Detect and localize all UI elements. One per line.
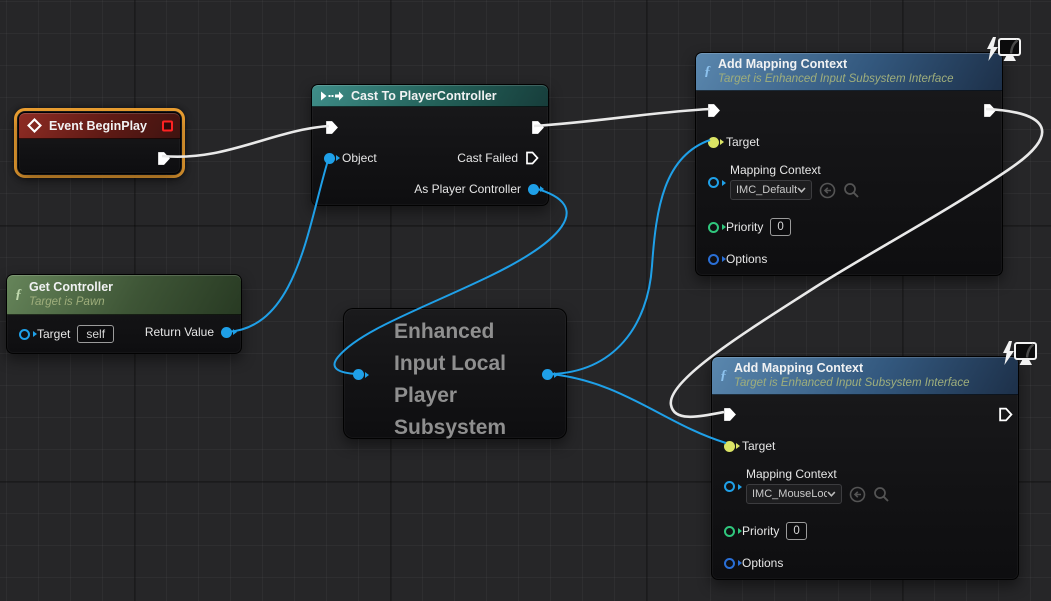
object-input-pin[interactable]: [324, 153, 335, 164]
pin-label: Options: [726, 252, 767, 266]
node-subtitle: Target is Enhanced Input Subsystem Inter…: [718, 72, 953, 86]
exec-in-pin[interactable]: [706, 103, 721, 118]
browse-asset-icon[interactable]: [873, 486, 890, 503]
function-icon: ƒ: [15, 288, 22, 302]
node-enhanced-input-subsystem[interactable]: Enhanced Input Local Player Subsystem: [343, 308, 567, 439]
mapping-context-input-pin[interactable]: [724, 481, 735, 492]
as-player-controller-output-pin[interactable]: [528, 184, 539, 195]
exec-wire-cast-to-amc-top: [534, 109, 710, 126]
node-title: Add Mapping Context: [718, 57, 953, 73]
priority-value-box[interactable]: 0: [770, 218, 790, 236]
pin-label: Target: [742, 439, 775, 453]
pin-label: Priority: [726, 220, 763, 234]
cast-icon: [320, 90, 344, 102]
exec-in-pin[interactable]: [722, 407, 737, 422]
browse-asset-icon[interactable]: [843, 182, 860, 199]
function-icon: ƒ: [720, 369, 727, 383]
priority-value-box[interactable]: 0: [786, 522, 806, 540]
blueprint-editor: { "canvas": { "width": 1051, "height": 6…: [0, 0, 1051, 601]
data-wire-subsystem-to-amc-top-target: [551, 140, 710, 374]
pin-label: Mapping Context: [730, 163, 860, 177]
target-device-badge: [982, 36, 1022, 71]
data-wire-subsystem-to-amc-bottom-target: [551, 374, 726, 443]
node-title: Enhanced Input Local Player Subsystem: [394, 316, 544, 444]
pin-label: As Player Controller: [414, 182, 521, 196]
mapping-context-dropdown[interactable]: IMC_Default: [730, 180, 812, 200]
pin-label: Options: [742, 556, 783, 570]
pin-label: Priority: [742, 524, 779, 538]
exec-out-pin[interactable]: [982, 103, 997, 118]
function-icon: ƒ: [704, 65, 711, 79]
chevron-down-icon: [827, 491, 836, 497]
node-title: Cast To PlayerController: [351, 89, 497, 103]
subsystem-output-pin[interactable]: [542, 369, 553, 380]
chevron-down-icon: [797, 187, 806, 193]
dropdown-value: IMC_Default: [736, 184, 797, 196]
pin-label: Target: [37, 327, 70, 341]
cast-failed-exec-pin[interactable]: [525, 151, 539, 165]
use-selected-asset-icon[interactable]: [819, 182, 836, 199]
node-title: Get Controller: [29, 280, 113, 296]
node-subtitle: Target is Enhanced Input Subsystem Inter…: [734, 376, 969, 390]
exec-out-pin[interactable]: [156, 151, 171, 166]
subsystem-input-pin[interactable]: [353, 369, 364, 380]
options-input-pin[interactable]: [724, 558, 735, 569]
return-value-output-pin[interactable]: [221, 327, 232, 338]
exec-in-pin[interactable]: [324, 120, 339, 135]
exec-wire-beginplay-to-cast: [162, 126, 329, 157]
self-value-box[interactable]: self: [77, 325, 114, 343]
node-subtitle: Target is Pawn: [29, 295, 113, 309]
dropdown-value: IMC_MouseLoc: [752, 488, 827, 500]
delegate-pin[interactable]: [162, 120, 173, 131]
priority-input-pin[interactable]: [724, 526, 735, 537]
pin-label: Cast Failed: [457, 151, 518, 165]
node-cast-to-playercontroller[interactable]: Cast To PlayerController Object Cast Fai…: [311, 84, 549, 206]
priority-input-pin[interactable]: [708, 222, 719, 233]
pin-label: Object: [342, 151, 377, 165]
node-get-controller[interactable]: ƒ Get Controller Target is Pawn Target s…: [6, 274, 242, 354]
exec-out-pin[interactable]: [530, 120, 545, 135]
target-input-pin[interactable]: [724, 441, 735, 452]
node-add-mapping-context-top[interactable]: ƒ Add Mapping Context Target is Enhanced…: [695, 52, 1003, 276]
mapping-context-input-pin[interactable]: [708, 177, 719, 188]
options-input-pin[interactable]: [708, 254, 719, 265]
blueprint-canvas[interactable]: Event BeginPlay Cast To PlayerController: [0, 0, 1051, 601]
target-device-badge: [998, 340, 1038, 375]
node-event-beginplay[interactable]: Event BeginPlay: [14, 108, 185, 178]
event-icon: [27, 118, 42, 133]
target-input-pin[interactable]: [19, 329, 30, 340]
lightning-icon: [1003, 341, 1014, 365]
exec-out-pin[interactable]: [998, 407, 1013, 422]
node-title: Add Mapping Context: [734, 361, 969, 377]
lightning-icon: [987, 37, 998, 61]
mapping-context-dropdown[interactable]: IMC_MouseLoc: [746, 484, 842, 504]
target-input-pin[interactable]: [708, 137, 719, 148]
pin-label: Mapping Context: [746, 467, 890, 481]
pin-label: Return Value: [145, 325, 214, 339]
node-title: Event BeginPlay: [49, 119, 147, 133]
pin-label: Target: [726, 135, 759, 149]
node-add-mapping-context-bottom[interactable]: ƒ Add Mapping Context Target is Enhanced…: [711, 356, 1019, 580]
use-selected-asset-icon[interactable]: [849, 486, 866, 503]
